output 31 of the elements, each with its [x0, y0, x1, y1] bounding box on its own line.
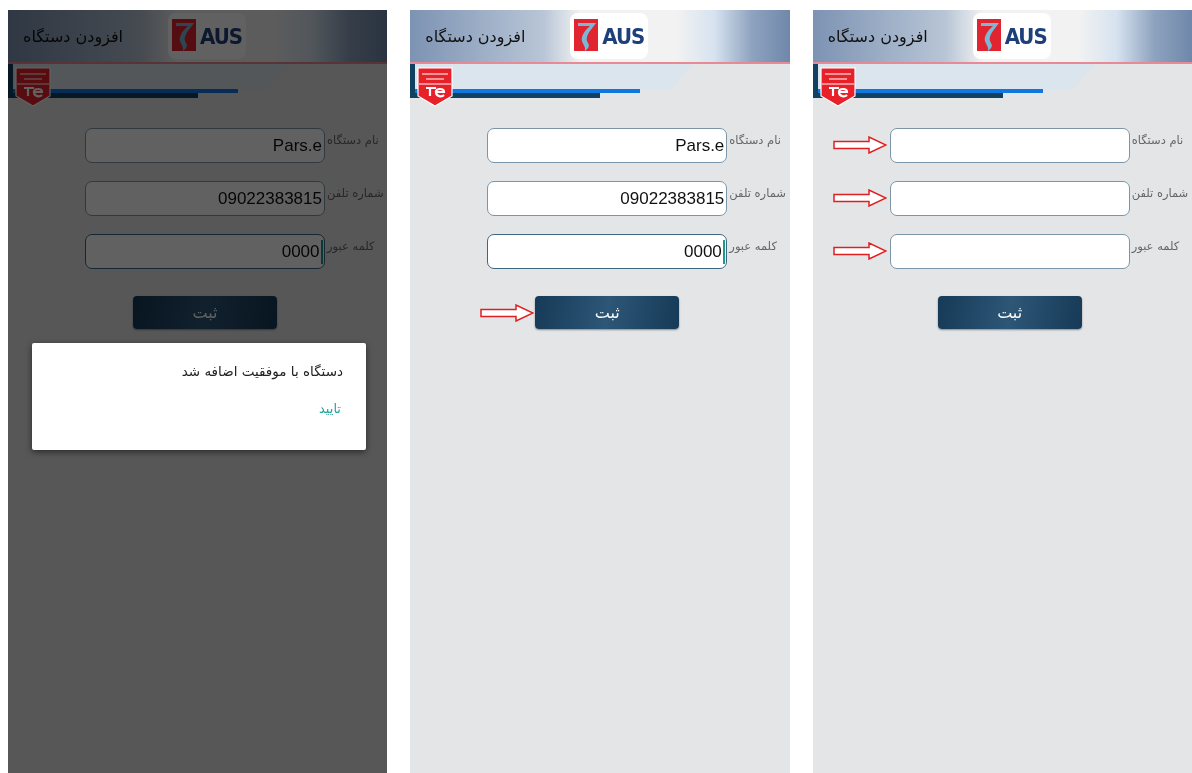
input-field[interactable]: [889, 234, 1130, 269]
field-label: نام دستگاه: [1131, 133, 1184, 147]
logo-mark-icon: [574, 19, 601, 53]
arrow-icon: [832, 136, 887, 154]
submit-button[interactable]: ثبت: [937, 296, 1082, 329]
input-field[interactable]: [889, 181, 1130, 216]
arrow-icon: [480, 303, 535, 322]
field-label: شماره تلفن: [729, 186, 786, 200]
logo-text: AUS: [602, 23, 645, 49]
logo-text: AUS: [1004, 23, 1047, 49]
logo-mark-icon: [172, 19, 198, 53]
shield-badge-icon: [416, 66, 455, 107]
screen-title: افزودن دستگاه: [425, 26, 527, 46]
shield-badge-icon: [818, 66, 857, 107]
input-field[interactable]: 0000: [487, 234, 728, 269]
dialog-message: دستگاه با موفقیت اضافه شد: [180, 363, 343, 379]
logo-mark-icon: [976, 19, 1003, 53]
field-label: نام دستگاه: [729, 133, 781, 147]
shield-badge-icon: [14, 66, 52, 107]
arrow-icon: [832, 189, 887, 207]
input-field[interactable]: [889, 128, 1130, 163]
field-label: کلمه عبور: [1131, 239, 1180, 253]
screen-title: افزودن دستگاه: [827, 26, 929, 46]
input-field[interactable]: Pars.e: [487, 128, 728, 163]
field-label: شماره تلفن: [1131, 186, 1189, 200]
field-label: کلمه عبور: [729, 239, 777, 253]
input-field[interactable]: 09022383815: [487, 181, 728, 216]
arrow-icon: [832, 242, 887, 260]
logo-text: AUS: [200, 23, 242, 49]
screen-title: افزودن دستگاه: [23, 26, 125, 46]
submit-button[interactable]: ثبت: [535, 296, 680, 329]
